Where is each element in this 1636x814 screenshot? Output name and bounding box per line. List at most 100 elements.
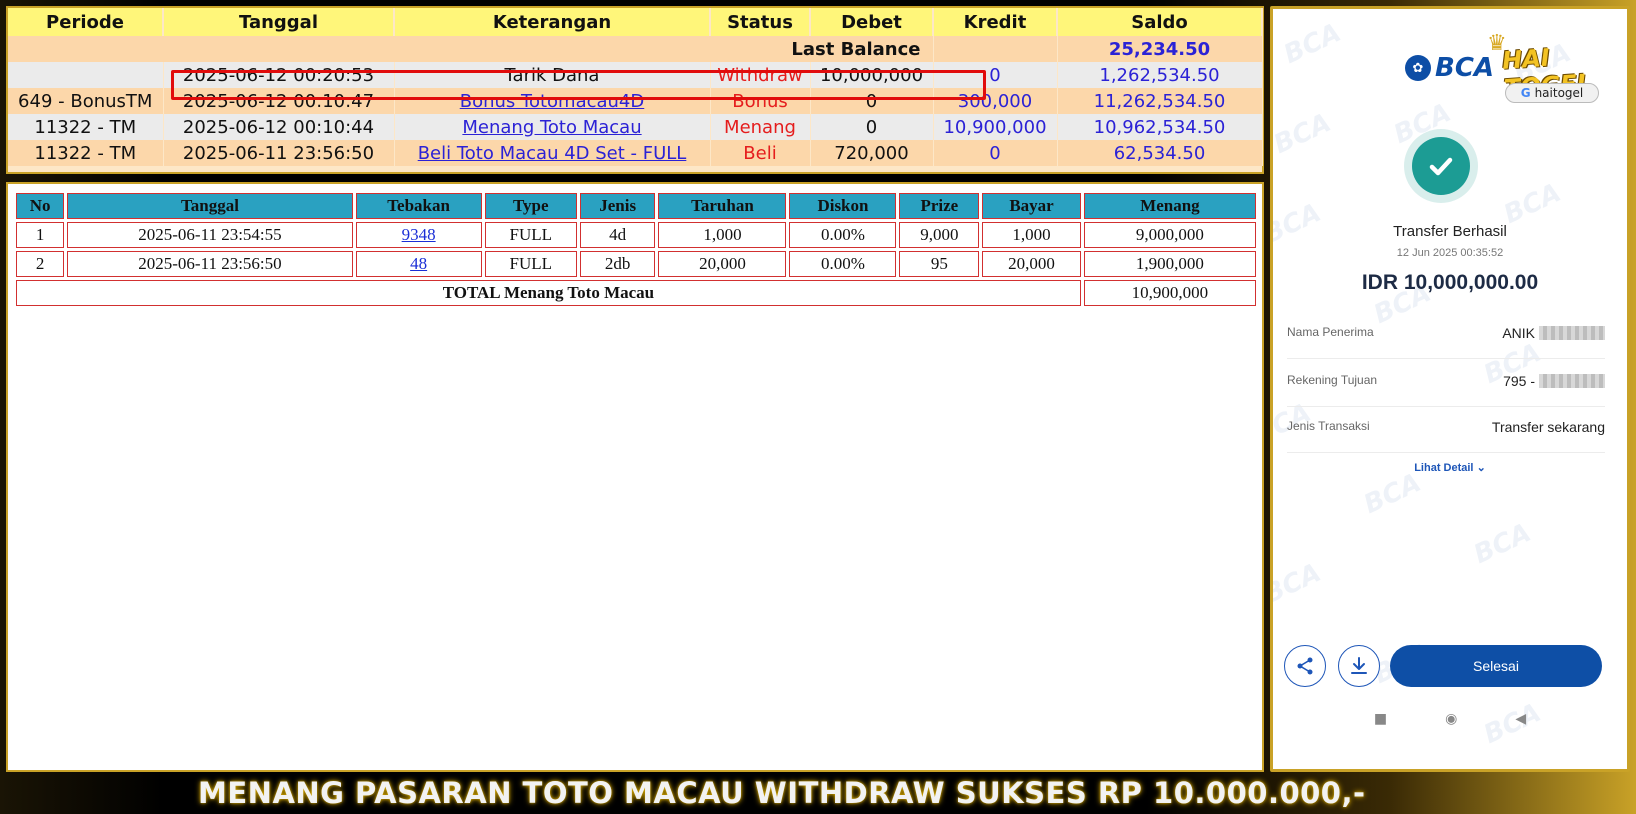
lihat-detail-text: Lihat Detail [1414,462,1474,474]
total-value: 10,900,000 [1083,280,1256,306]
bet-row: 2 2025-06-11 23:56:50 48 FULL 2db 20,000… [16,251,1256,277]
type-cell: FULL [484,251,577,277]
diskon-cell: 0.00% [789,222,897,248]
google-g-icon: G [1520,86,1531,100]
bet-row: 1 2025-06-11 23:54:55 9348 FULL 4d 1,000… [16,222,1256,248]
bca-watermark: BCA [1270,107,1336,161]
ledger-panel: Periode Tanggal Keterangan Status Debet … [6,6,1264,174]
lihat-detail-link[interactable]: Lihat Detail ⌄ [1273,461,1627,474]
check-icon [1429,157,1453,176]
col-prize: Prize [899,193,980,219]
promo-banner: MENANG PASARAN TOTO MACAU WITHDRAW SUKSE… [0,772,1636,814]
keterangan-link[interactable]: Bonus Totomacau4D [460,91,645,112]
detail-row-account: Rekening Tujuan 795 - [1287,363,1605,407]
prize-cell: 9,000 [899,222,980,248]
home-icon[interactable]: ◉ [1445,711,1457,727]
status-cell: Menang [710,114,811,140]
detail-value: 795 - [1503,373,1605,389]
col-saldo: Saldo [1057,8,1263,36]
android-nav-bar: ■ ◉ ◀ [1273,707,1627,731]
kredit-cell: 0 [933,62,1058,88]
no-cell: 2 [16,251,65,277]
redacted-block [1539,374,1605,388]
col-taruhan: Taruhan [658,193,787,219]
col-no: No [16,193,65,219]
tanggal-cell: 2025-06-11 23:56:50 [163,140,395,166]
keterangan-cell: Bonus Totomacau4D [394,88,711,114]
recipient-name: ANIK [1502,325,1535,341]
transfer-timestamp: 12 Jun 2025 00:35:52 [1396,247,1504,259]
debet-cell: 720,000 [810,140,934,166]
taruhan-cell: 1,000 [658,222,787,248]
ledger-row: 11322 - TM 2025-06-12 00:10:44 Menang To… [8,114,1263,140]
kredit-cell: 0 [933,140,1058,166]
tanggal-cell: 2025-06-12 00:10:47 [163,88,395,114]
detail-label: Nama Penerima [1287,325,1374,339]
brand-pill: G haitogel [1505,83,1599,103]
selesai-button[interactable]: Selesai [1390,645,1602,687]
bet-table: No Tanggal Tebakan Type Jenis Taruhan Di… [13,190,1259,309]
transfer-amount: IDR 10,000,000.00 [1361,271,1539,294]
banner-text: MENANG PASARAN TOTO MACAU WITHDRAW SUKSE… [198,776,1366,810]
status-cell: Beli [710,140,811,166]
download-button[interactable] [1338,645,1380,687]
tebakan-link[interactable]: 48 [410,254,427,273]
keterangan-cell: Beli Toto Macau 4D Set - FULL [394,140,711,166]
saldo-cell: 62,534.50 [1057,140,1263,166]
last-balance-spacer [933,36,1058,62]
detail-label: Jenis Transaksi [1287,419,1370,433]
no-cell: 1 [16,222,65,248]
saldo-cell: 11,262,534.50 [1057,88,1263,114]
keterangan-link[interactable]: Beli Toto Macau 4D Set - FULL [418,143,687,164]
col-status: Status [710,8,811,36]
bca-watermark: BCA [1469,517,1536,571]
bayar-cell: 20,000 [982,251,1081,277]
debet-cell: 0 [810,88,934,114]
taruhan-cell: 20,000 [658,251,787,277]
tebakan-cell: 9348 [355,222,482,248]
share-button[interactable] [1284,645,1326,687]
ledger-table: Periode Tanggal Keterangan Status Debet … [8,8,1263,166]
detail-row-recipient: Nama Penerima ANIK [1287,315,1605,359]
col-kredit: Kredit [933,8,1058,36]
brand-pill-text: haitogel [1534,86,1584,100]
ledger-row: 2025-06-12 00:20:53 Tarik Dana Withdraw … [8,62,1263,88]
ledger-row: 11322 - TM 2025-06-11 23:56:50 Beli Toto… [8,140,1263,166]
detail-label: Rekening Tujuan [1287,373,1378,387]
detail-value: Transfer sekarang [1491,419,1605,435]
tanggal-cell: 2025-06-12 00:10:44 [163,114,395,140]
share-icon [1297,657,1313,675]
saldo-cell: 10,962,534.50 [1057,114,1263,140]
ledger-row: 649 - BonusTM 2025-06-12 00:10:47 Bonus … [8,88,1263,114]
account-number: 795 - [1503,373,1535,389]
kredit-cell: 300,000 [933,88,1058,114]
keterangan-cell: Menang Toto Macau [394,114,711,140]
bca-watermark: BCA [1270,557,1326,611]
tanggal-cell: 2025-06-11 23:54:55 [67,222,353,248]
periode-cell: 11322 - TM [8,114,164,140]
back-icon[interactable]: ◀ [1515,711,1526,727]
jenis-cell: 2db [579,251,656,277]
keterangan-link[interactable]: Menang Toto Macau [462,117,641,138]
recents-icon[interactable]: ■ [1374,711,1387,727]
tebakan-cell: 48 [355,251,482,277]
success-check-icon [1404,129,1478,203]
detail-row-type: Jenis Transaksi Transfer sekarang [1287,409,1605,453]
periode-cell: 11322 - TM [8,140,164,166]
col-debet: Debet [810,8,934,36]
col-keterangan: Keterangan [394,8,711,36]
debet-cell: 0 [810,114,934,140]
col-diskon: Diskon [789,193,897,219]
col-menang: Menang [1083,193,1256,219]
tanggal-cell: 2025-06-11 23:56:50 [67,251,353,277]
status-cell: Bonus [710,88,811,114]
type-cell: FULL [484,222,577,248]
col-bayar: Bayar [982,193,1081,219]
status-cell: Withdraw [710,62,811,88]
tebakan-link[interactable]: 9348 [402,225,436,244]
kredit-cell: 10,900,000 [933,114,1058,140]
col-tanggal: Tanggal [67,193,353,219]
bca-watermark: BCA [1359,467,1426,521]
prize-cell: 95 [899,251,980,277]
check-circle [1412,137,1470,195]
